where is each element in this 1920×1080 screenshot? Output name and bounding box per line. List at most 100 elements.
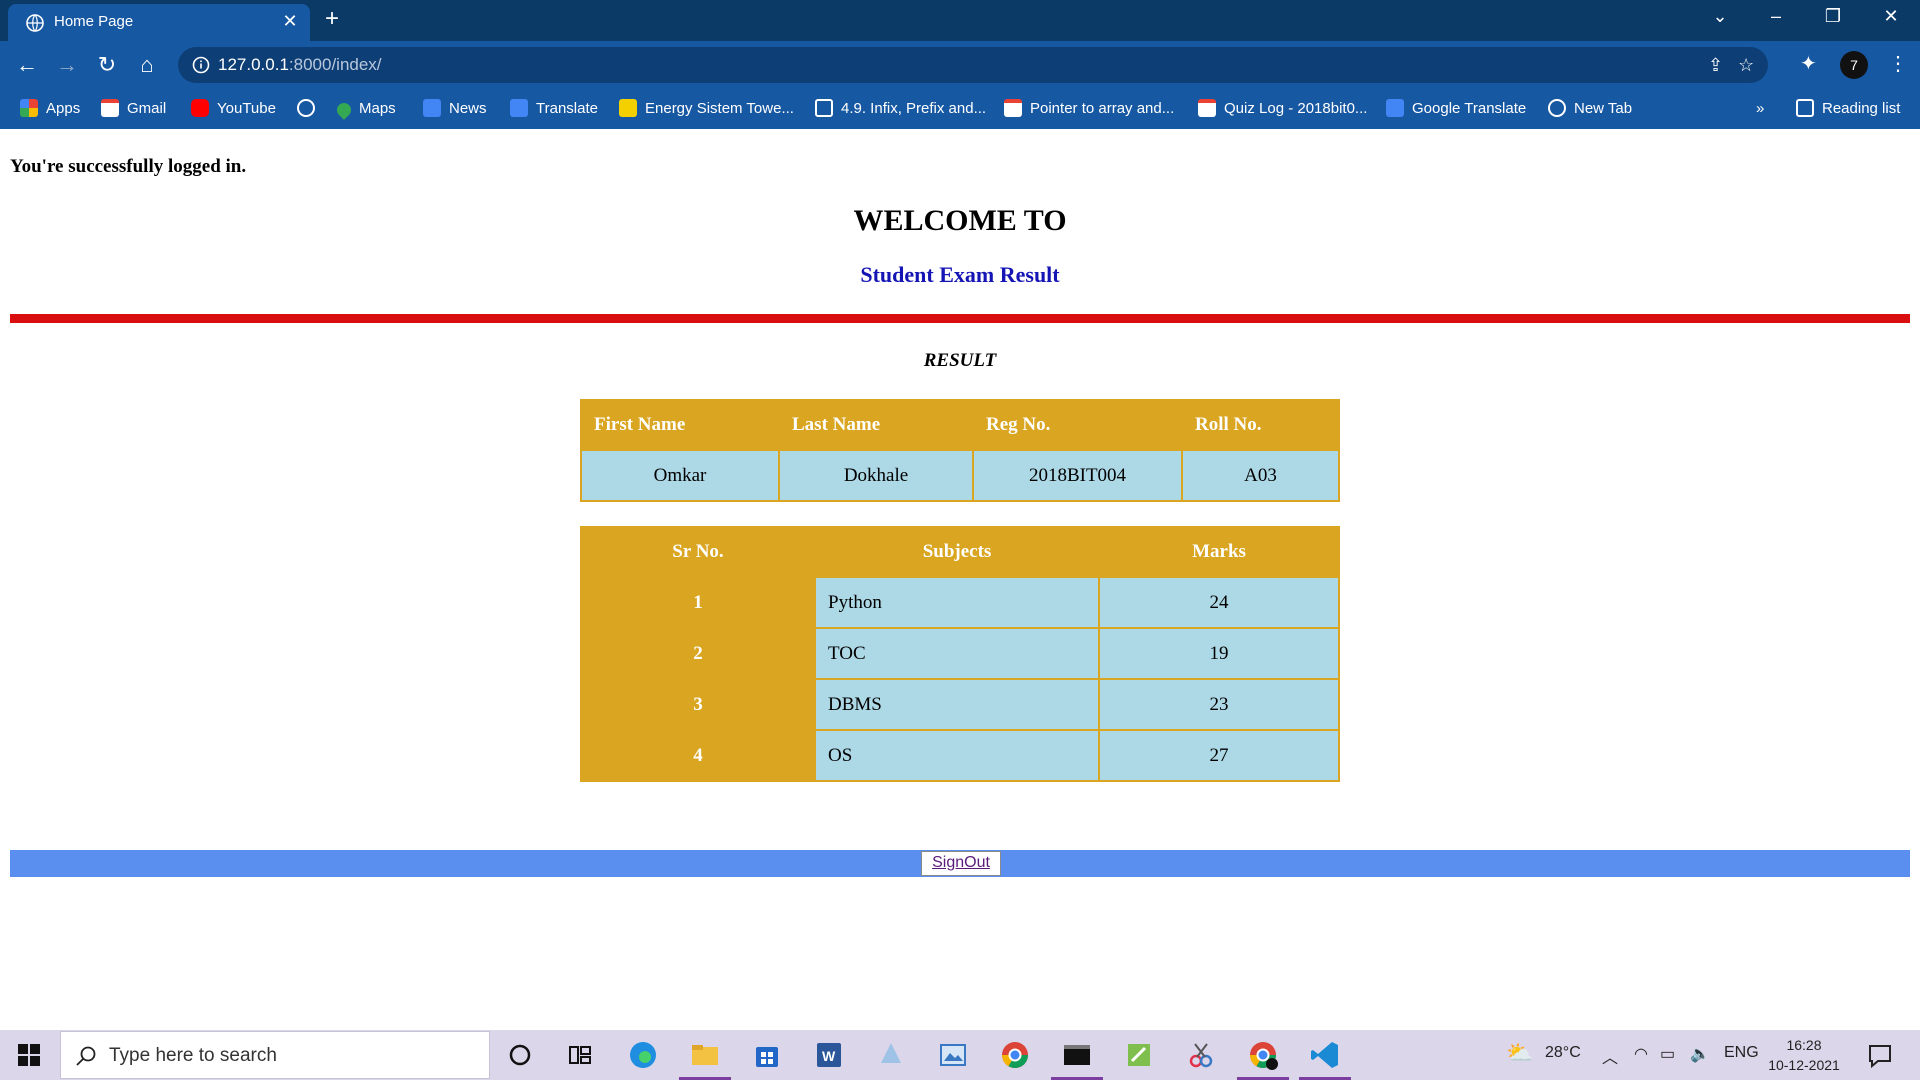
table-row: 3 DBMS 23 bbox=[582, 680, 1338, 729]
bookmark-news[interactable]: News bbox=[423, 96, 487, 122]
reading-list-button[interactable]: Reading list bbox=[1796, 96, 1900, 122]
taskbar-search[interactable]: Type here to search bbox=[60, 1031, 490, 1079]
new-tab-icon[interactable]: + bbox=[325, 7, 339, 31]
minimize-icon[interactable]: – bbox=[1761, 6, 1791, 27]
column-header: Sr No. bbox=[582, 528, 814, 576]
table-header-row: First Name Last Name Reg No. Roll No. bbox=[582, 401, 1338, 449]
bookmark-infix[interactable]: 4.9. Infix, Prefix and... bbox=[815, 96, 986, 122]
snip-icon[interactable] bbox=[1185, 1039, 1217, 1071]
notification-icon[interactable] bbox=[1864, 1039, 1896, 1071]
bookmark-youtube[interactable]: YouTube bbox=[191, 96, 276, 122]
news-icon bbox=[423, 99, 441, 117]
sr-no-cell: 1 bbox=[582, 578, 814, 627]
bookmark-label: News bbox=[449, 100, 487, 117]
chrome-profile-icon[interactable] bbox=[1247, 1039, 1279, 1071]
bookmark-label: Apps bbox=[46, 100, 81, 117]
browser-chrome: Home Page ✕ + ⌄ – ❐ ✕ ← → ↻ ⌂ 127.0.0.1:… bbox=[0, 0, 1920, 129]
close-tab-icon[interactable]: ✕ bbox=[280, 12, 300, 30]
bookmark-apps[interactable]: Apps bbox=[20, 96, 80, 122]
tray-overflow-icon[interactable]: ︿ bbox=[1602, 1044, 1618, 1068]
home-icon[interactable]: ⌂ bbox=[132, 51, 162, 79]
sr-no-cell: 2 bbox=[582, 629, 814, 678]
login-message: You're successfully logged in. bbox=[10, 156, 247, 177]
terminal-icon[interactable] bbox=[1061, 1039, 1093, 1071]
gmail-icon bbox=[101, 99, 119, 117]
bookmarks-overflow[interactable]: » bbox=[1756, 96, 1764, 122]
search-icon bbox=[76, 1046, 96, 1066]
reg-no-cell: 2018BIT004 bbox=[974, 451, 1181, 500]
sr-no-cell: 4 bbox=[582, 731, 814, 780]
bookmark-translate[interactable]: Translate bbox=[510, 96, 598, 122]
bookmark-label: Translate bbox=[536, 100, 598, 117]
bookmark-star-icon[interactable]: ☆ bbox=[1738, 55, 1754, 76]
energy-icon bbox=[619, 99, 637, 117]
bookmark-label: 4.9. Infix, Prefix and... bbox=[841, 100, 987, 117]
url-host: 127.0.0.1 bbox=[218, 55, 289, 74]
table-header-row: Sr No. Subjects Marks bbox=[582, 528, 1338, 576]
tab-search-icon[interactable]: ⌄ bbox=[1705, 6, 1735, 27]
battery-icon[interactable]: ▭ bbox=[1660, 1044, 1675, 1064]
marks-table: Sr No. Subjects Marks 1 Python 24 2 TOC … bbox=[580, 526, 1340, 782]
weather-icon[interactable]: ⛅ bbox=[1506, 1040, 1533, 1066]
bookmark-pointer[interactable]: Pointer to array and... bbox=[1004, 96, 1174, 122]
search-placeholder: Type here to search bbox=[109, 1045, 277, 1066]
book-icon bbox=[815, 99, 833, 117]
last-name-cell: Dokhale bbox=[780, 451, 972, 500]
info-icon[interactable] bbox=[192, 56, 210, 74]
bookmark-maps[interactable]: Maps bbox=[334, 96, 396, 122]
sr-no-cell: 3 bbox=[582, 680, 814, 729]
volume-icon[interactable]: 🔈 bbox=[1690, 1044, 1710, 1064]
bookmark-globe[interactable] bbox=[297, 96, 323, 122]
clock[interactable]: 16:28 10-12-2021 bbox=[1764, 1035, 1844, 1075]
table-row: 2 TOC 19 bbox=[582, 629, 1338, 678]
bookmark-google-translate[interactable]: Google Translate bbox=[1386, 96, 1526, 122]
cortana-icon[interactable] bbox=[504, 1039, 536, 1071]
extensions-icon[interactable]: ✦ bbox=[1800, 51, 1817, 76]
language-indicator[interactable]: ENG bbox=[1724, 1044, 1759, 1062]
maps-icon bbox=[334, 100, 354, 120]
apps-grid-icon bbox=[20, 99, 38, 117]
share-icon[interactable]: ⇪ bbox=[1708, 55, 1723, 76]
weather-temp[interactable]: 28°C bbox=[1545, 1044, 1581, 1062]
youtube-icon bbox=[191, 99, 209, 117]
table-row: Omkar Dokhale 2018BIT004 A03 bbox=[582, 451, 1338, 500]
globe-icon bbox=[26, 14, 44, 32]
reload-icon[interactable]: ↻ bbox=[92, 51, 122, 79]
clock-date: 10-12-2021 bbox=[1768, 1057, 1840, 1073]
back-icon[interactable]: ← bbox=[12, 51, 42, 79]
bookmark-gmail[interactable]: Gmail bbox=[101, 96, 166, 122]
tab-home-page[interactable]: Home Page ✕ bbox=[8, 4, 310, 41]
result-heading: RESULT bbox=[923, 350, 997, 371]
close-window-icon[interactable]: ✕ bbox=[1876, 6, 1906, 27]
address-bar[interactable]: 127.0.0.1:8000/index/ ⇪ ☆ bbox=[178, 47, 1768, 83]
edge-icon[interactable] bbox=[627, 1039, 659, 1071]
word-icon[interactable]: W bbox=[813, 1039, 845, 1071]
store-icon[interactable] bbox=[751, 1039, 783, 1071]
vscode-icon[interactable] bbox=[1309, 1039, 1341, 1071]
tab-strip: Home Page ✕ + ⌄ – ❐ ✕ bbox=[0, 0, 1920, 41]
gmail-icon bbox=[1004, 99, 1022, 117]
profile-avatar[interactable]: 7 bbox=[1840, 51, 1868, 79]
file-explorer-icon[interactable] bbox=[689, 1039, 721, 1071]
bookmark-new-tab[interactable]: New Tab bbox=[1548, 96, 1632, 122]
menu-icon[interactable]: ⋮ bbox=[1888, 51, 1908, 76]
signout-link[interactable]: SignOut bbox=[921, 851, 1001, 876]
forward-icon[interactable]: → bbox=[52, 51, 82, 79]
task-view-icon[interactable] bbox=[564, 1039, 596, 1071]
chrome-icon[interactable] bbox=[999, 1039, 1031, 1071]
app-icon[interactable] bbox=[1123, 1039, 1155, 1071]
app-icon[interactable] bbox=[875, 1039, 907, 1071]
page-content: You're successfully logged in. WELCOME T… bbox=[0, 129, 1920, 1030]
bookmark-label: Gmail bbox=[127, 100, 167, 117]
restore-icon[interactable]: ❐ bbox=[1818, 6, 1848, 27]
bookmark-energy[interactable]: Energy Sistem Towe... bbox=[619, 96, 794, 122]
tab-title: Home Page bbox=[54, 13, 134, 30]
network-icon[interactable]: ◠ bbox=[1634, 1044, 1648, 1064]
table-row: 1 Python 24 bbox=[582, 578, 1338, 627]
photos-icon[interactable] bbox=[937, 1039, 969, 1071]
windows-start-icon[interactable] bbox=[18, 1044, 40, 1066]
bookmark-quiz-log[interactable]: Quiz Log - 2018bit0... bbox=[1198, 96, 1367, 122]
student-info-table: First Name Last Name Reg No. Roll No. Om… bbox=[580, 399, 1340, 502]
column-header: Last Name bbox=[780, 401, 972, 449]
column-header: Subjects bbox=[816, 528, 1098, 576]
